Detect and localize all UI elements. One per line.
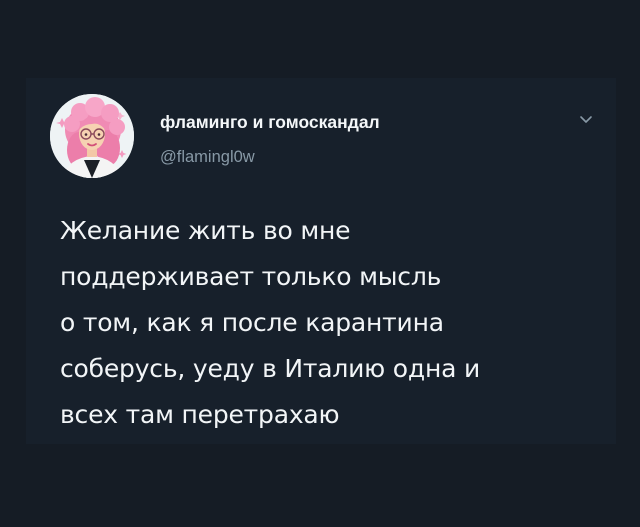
avatar[interactable] [50,94,134,178]
user-handle[interactable]: @flamingl0w [160,148,255,167]
screenshot-background: фламинго и гомоскандал @flamingl0w Желан… [0,0,640,527]
pink-haired-woman-avatar-icon [50,94,134,178]
display-name[interactable]: фламинго и гомоскандал [160,112,380,133]
chevron-down-icon[interactable] [576,112,596,128]
tweet-text: Желание жить во мне поддерживает только … [60,216,481,429]
